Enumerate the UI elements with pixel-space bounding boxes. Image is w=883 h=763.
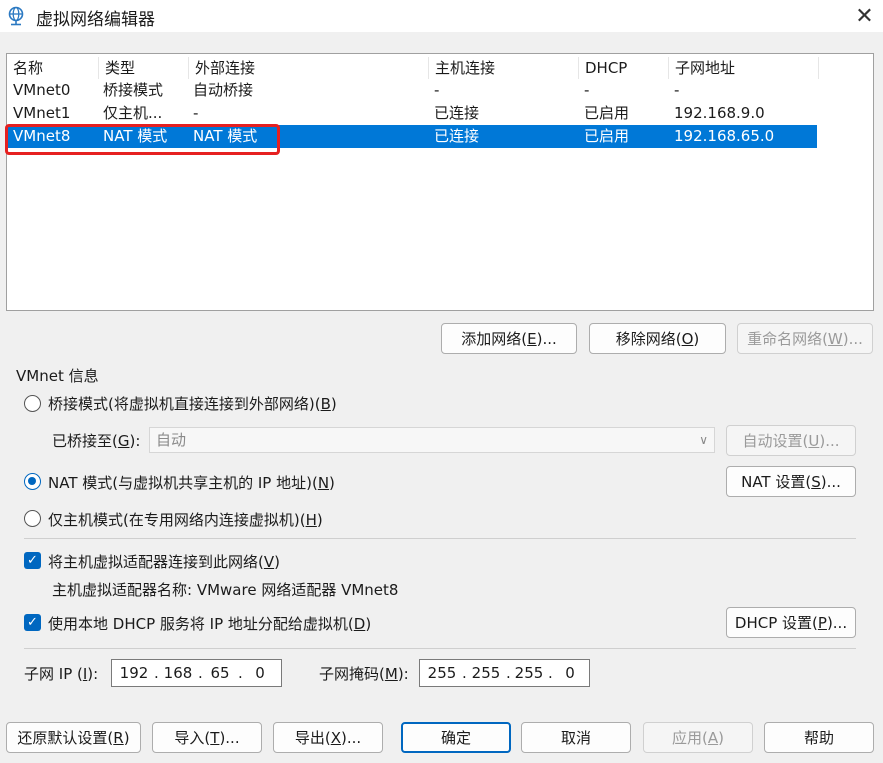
close-button[interactable]: ✕: [846, 0, 883, 32]
adapter-name-text: 主机虚拟适配器名称: VMware 网络适配器 VMnet8: [52, 581, 399, 599]
column-header-host[interactable]: 主机连接: [429, 57, 579, 79]
apply-button[interactable]: 应用(A): [643, 722, 753, 753]
nat-radio[interactable]: [24, 473, 41, 490]
divider: [24, 538, 856, 539]
subnet-ip-label: 子网 IP (I):: [24, 665, 99, 683]
cell-subnet: -: [674, 81, 680, 99]
subnet-mask-input[interactable]: 255 . 255 . 255 . 0: [419, 659, 590, 687]
add-network-button[interactable]: 添加网络(E)...: [441, 323, 577, 354]
restore-defaults-button[interactable]: 还原默认设置(R): [6, 722, 141, 753]
bridged-to-select[interactable]: 自动 ∨: [149, 427, 715, 453]
dhcp-settings-button[interactable]: DHCP 设置(P)...: [726, 607, 856, 638]
cell-name: VMnet1: [13, 104, 71, 122]
connect-adapter-checkbox[interactable]: ✓: [24, 552, 41, 569]
cell-subnet: 192.168.9.0: [674, 104, 765, 122]
hostonly-radio[interactable]: [24, 510, 41, 527]
vmnet-info-title: VMnet 信息: [14, 365, 101, 386]
cell-subnet: 192.168.65.0: [674, 127, 775, 145]
cell-external: 自动桥接: [193, 81, 254, 99]
connect-adapter-label[interactable]: 将主机虚拟适配器连接到此网络(V): [48, 551, 280, 572]
cell-host: 已连接: [434, 127, 480, 145]
ip-octet[interactable]: 192: [116, 660, 152, 686]
help-button[interactable]: 帮助: [764, 722, 874, 753]
nat-label[interactable]: NAT 模式(与虚拟机共享主机的 IP 地址)(N): [48, 472, 335, 493]
network-globe-icon: [8, 6, 24, 26]
title-bar: 虚拟网络编辑器 ✕: [0, 0, 883, 32]
cell-dhcp: -: [584, 81, 590, 99]
network-list[interactable]: 名称 类型 外部连接 主机连接 DHCP 子网地址 VMnet0 桥接模式 自动…: [6, 53, 874, 311]
nat-settings-button[interactable]: NAT 设置(S)...: [726, 466, 856, 497]
ip-octet[interactable]: 168: [160, 660, 196, 686]
chevron-down-icon: ∨: [699, 433, 708, 447]
column-header-external[interactable]: 外部连接: [189, 57, 429, 79]
cell-host: -: [434, 81, 440, 99]
use-dhcp-checkbox[interactable]: ✓: [24, 614, 41, 631]
cell-type: 桥接模式: [103, 81, 164, 99]
cell-type: 仅主机...: [103, 104, 163, 122]
bridged-to-label: 已桥接至(G):: [52, 432, 141, 450]
cell-host: 已连接: [434, 104, 480, 122]
column-header-subnet[interactable]: 子网地址: [669, 57, 819, 79]
use-dhcp-label[interactable]: 使用本地 DHCP 服务将 IP 地址分配给虚拟机(D): [48, 613, 371, 634]
cell-external: -: [193, 104, 199, 122]
cell-name: VMnet0: [13, 81, 71, 99]
table-row[interactable]: VMnet1 仅主机... - 已连接 已启用 192.168.9.0: [7, 102, 817, 125]
hostonly-label[interactable]: 仅主机模式(在专用网络内连接虚拟机)(H): [48, 509, 323, 530]
window-title: 虚拟网络编辑器: [36, 10, 155, 30]
table-row[interactable]: VMnet0 桥接模式 自动桥接 - - -: [7, 79, 817, 102]
mask-octet[interactable]: 255: [424, 660, 460, 686]
cancel-button[interactable]: 取消: [521, 722, 631, 753]
column-header-type[interactable]: 类型: [99, 57, 189, 79]
auto-settings-button[interactable]: 自动设置(U)...: [726, 425, 856, 456]
red-highlight-box: [5, 124, 280, 155]
close-icon: ✕: [855, 3, 874, 29]
subnet-mask-label: 子网掩码(M):: [319, 665, 409, 683]
ip-octet[interactable]: 65: [204, 660, 236, 686]
column-header-dhcp[interactable]: DHCP: [579, 57, 669, 79]
mask-octet[interactable]: 255: [468, 660, 504, 686]
cell-dhcp: 已启用: [584, 104, 630, 122]
ip-octet[interactable]: 0: [244, 660, 276, 686]
mask-octet[interactable]: 255: [512, 660, 546, 686]
ok-button[interactable]: 确定: [401, 722, 511, 753]
vmnet-info-group: [6, 374, 868, 694]
subnet-ip-input[interactable]: 192 . 168 . 65 . 0: [111, 659, 282, 687]
bridged-radio[interactable]: [24, 395, 41, 412]
remove-network-button[interactable]: 移除网络(O): [589, 323, 726, 354]
divider: [24, 648, 856, 649]
export-button[interactable]: 导出(X)...: [273, 722, 383, 753]
bridged-label[interactable]: 桥接模式(将虚拟机直接连接到外部网络)(B): [48, 393, 337, 414]
rename-network-button[interactable]: 重命名网络(W)...: [737, 323, 873, 354]
cell-dhcp: 已启用: [584, 127, 630, 145]
import-button[interactable]: 导入(T)...: [152, 722, 262, 753]
column-header-name[interactable]: 名称: [7, 57, 99, 79]
mask-octet[interactable]: 0: [554, 660, 586, 686]
